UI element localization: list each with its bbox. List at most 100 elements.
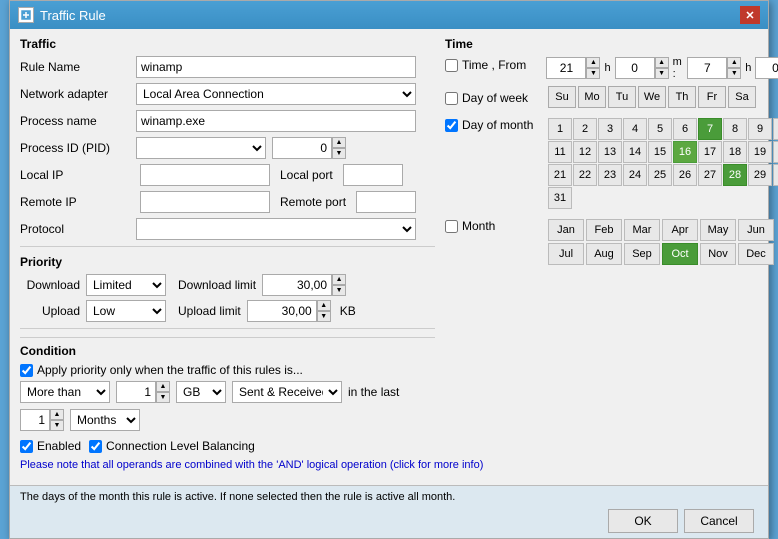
ok-button[interactable]: OK bbox=[608, 509, 678, 533]
cal-day-24[interactable]: 24 bbox=[623, 164, 647, 186]
cal-day-8[interactable]: 8 bbox=[723, 118, 747, 140]
local-port-input[interactable] bbox=[343, 164, 403, 186]
dow-su[interactable]: Su bbox=[548, 86, 576, 108]
close-button[interactable]: ✕ bbox=[740, 6, 760, 24]
condition-type-select[interactable]: More than bbox=[20, 381, 110, 403]
cal-day-13[interactable]: 13 bbox=[598, 141, 622, 163]
info-text[interactable]: Please note that all operands are combin… bbox=[20, 459, 758, 471]
dow-th[interactable]: Th bbox=[668, 86, 696, 108]
enabled-checkbox[interactable] bbox=[20, 440, 33, 453]
download-limit-input[interactable] bbox=[262, 274, 332, 296]
download-down-button[interactable]: ▼ bbox=[332, 285, 346, 296]
upload-limit-input[interactable] bbox=[247, 300, 317, 322]
apply-condition-checkbox[interactable] bbox=[20, 364, 33, 377]
cal-day-10[interactable]: 10 bbox=[773, 118, 778, 140]
remote-ip-input[interactable] bbox=[140, 191, 270, 213]
network-adapter-select[interactable]: Local Area Connection bbox=[136, 83, 416, 105]
cal-day-23[interactable]: 23 bbox=[598, 164, 622, 186]
process-name-input[interactable] bbox=[136, 110, 416, 132]
time-h2-input[interactable] bbox=[687, 57, 727, 79]
month-jul[interactable]: Jul bbox=[548, 243, 584, 265]
cal-day-14[interactable]: 14 bbox=[623, 141, 647, 163]
dow-fr[interactable]: Fr bbox=[698, 86, 726, 108]
connection-balance-checkbox[interactable] bbox=[89, 440, 102, 453]
dow-sa[interactable]: Sa bbox=[728, 86, 756, 108]
time-h1-down[interactable]: ▼ bbox=[586, 68, 600, 79]
cal-day-21[interactable]: 21 bbox=[548, 164, 572, 186]
cal-day-12[interactable]: 12 bbox=[573, 141, 597, 163]
cal-day-2[interactable]: 2 bbox=[573, 118, 597, 140]
process-id-select[interactable] bbox=[136, 137, 266, 159]
cal-day-19[interactable]: 19 bbox=[748, 141, 772, 163]
cal-day-31[interactable]: 31 bbox=[548, 187, 572, 209]
time-from-checkbox[interactable] bbox=[445, 59, 458, 72]
month-oct[interactable]: Oct bbox=[662, 243, 698, 265]
upload-type-select[interactable]: Low bbox=[86, 300, 166, 322]
time-h2-down[interactable]: ▼ bbox=[727, 68, 741, 79]
cal-day-27[interactable]: 27 bbox=[698, 164, 722, 186]
cal-day-16[interactable]: 16 bbox=[673, 141, 697, 163]
cal-day-6[interactable]: 6 bbox=[673, 118, 697, 140]
local-ip-input[interactable] bbox=[140, 164, 270, 186]
cal-day-20[interactable]: 20 bbox=[773, 141, 778, 163]
time-h1-input[interactable] bbox=[546, 57, 586, 79]
cal-day-17[interactable]: 17 bbox=[698, 141, 722, 163]
cal-day-4[interactable]: 4 bbox=[623, 118, 647, 140]
upload-up-button[interactable]: ▲ bbox=[317, 300, 331, 311]
download-up-button[interactable]: ▲ bbox=[332, 274, 346, 285]
cal-day-25[interactable]: 25 bbox=[648, 164, 672, 186]
month-feb[interactable]: Feb bbox=[586, 219, 622, 241]
month-dec[interactable]: Dec bbox=[738, 243, 774, 265]
pid-up-button[interactable]: ▲ bbox=[332, 137, 346, 148]
cal-day-30[interactable]: 30 bbox=[773, 164, 778, 186]
month-aug[interactable]: Aug bbox=[586, 243, 622, 265]
download-type-select[interactable]: Limited bbox=[86, 274, 166, 296]
last-up-button[interactable]: ▲ bbox=[50, 409, 64, 420]
rule-name-input[interactable] bbox=[136, 56, 416, 78]
remote-port-input[interactable] bbox=[356, 191, 416, 213]
dow-we[interactable]: We bbox=[638, 86, 666, 108]
dow-checkbox[interactable] bbox=[445, 92, 458, 105]
time-m1-down[interactable]: ▼ bbox=[655, 68, 669, 79]
dom-checkbox[interactable] bbox=[445, 119, 458, 132]
unit-select[interactable]: GB bbox=[176, 381, 226, 403]
direction-select[interactable]: Sent & Received bbox=[232, 381, 342, 403]
cal-day-29[interactable]: 29 bbox=[748, 164, 772, 186]
condition-amount-input[interactable] bbox=[116, 381, 156, 403]
month-checkbox[interactable] bbox=[445, 220, 458, 233]
month-apr[interactable]: Apr bbox=[662, 219, 698, 241]
period-select[interactable]: Months bbox=[70, 409, 140, 431]
cal-day-28[interactable]: 28 bbox=[723, 164, 747, 186]
dow-tu[interactable]: Tu bbox=[608, 86, 636, 108]
time-m1-input[interactable] bbox=[615, 57, 655, 79]
month-jun[interactable]: Jun bbox=[738, 219, 774, 241]
last-down-button[interactable]: ▼ bbox=[50, 420, 64, 431]
month-mar[interactable]: Mar bbox=[624, 219, 660, 241]
condition-last-input[interactable] bbox=[20, 409, 50, 431]
cal-day-1[interactable]: 1 bbox=[548, 118, 572, 140]
dow-mo[interactable]: Mo bbox=[578, 86, 606, 108]
protocol-select[interactable] bbox=[136, 218, 416, 240]
cal-day-26[interactable]: 26 bbox=[673, 164, 697, 186]
cal-day-11[interactable]: 11 bbox=[548, 141, 572, 163]
amount-up-button[interactable]: ▲ bbox=[156, 381, 170, 392]
cal-day-5[interactable]: 5 bbox=[648, 118, 672, 140]
cal-day-3[interactable]: 3 bbox=[598, 118, 622, 140]
month-jan[interactable]: Jan bbox=[548, 219, 584, 241]
pid-input[interactable] bbox=[272, 137, 332, 159]
cal-day-18[interactable]: 18 bbox=[723, 141, 747, 163]
cal-day-22[interactable]: 22 bbox=[573, 164, 597, 186]
time-h2-up[interactable]: ▲ bbox=[727, 57, 741, 68]
time-h1-up[interactable]: ▲ bbox=[586, 57, 600, 68]
cal-day-7[interactable]: 7 bbox=[698, 118, 722, 140]
cancel-button[interactable]: Cancel bbox=[684, 509, 754, 533]
cal-day-15[interactable]: 15 bbox=[648, 141, 672, 163]
time-m2-input[interactable] bbox=[755, 57, 778, 79]
time-m1-up[interactable]: ▲ bbox=[655, 57, 669, 68]
month-may[interactable]: May bbox=[700, 219, 736, 241]
upload-down-button[interactable]: ▼ bbox=[317, 311, 331, 322]
month-nov[interactable]: Nov bbox=[700, 243, 736, 265]
amount-down-button[interactable]: ▼ bbox=[156, 392, 170, 403]
month-sep[interactable]: Sep bbox=[624, 243, 660, 265]
pid-down-button[interactable]: ▼ bbox=[332, 148, 346, 159]
